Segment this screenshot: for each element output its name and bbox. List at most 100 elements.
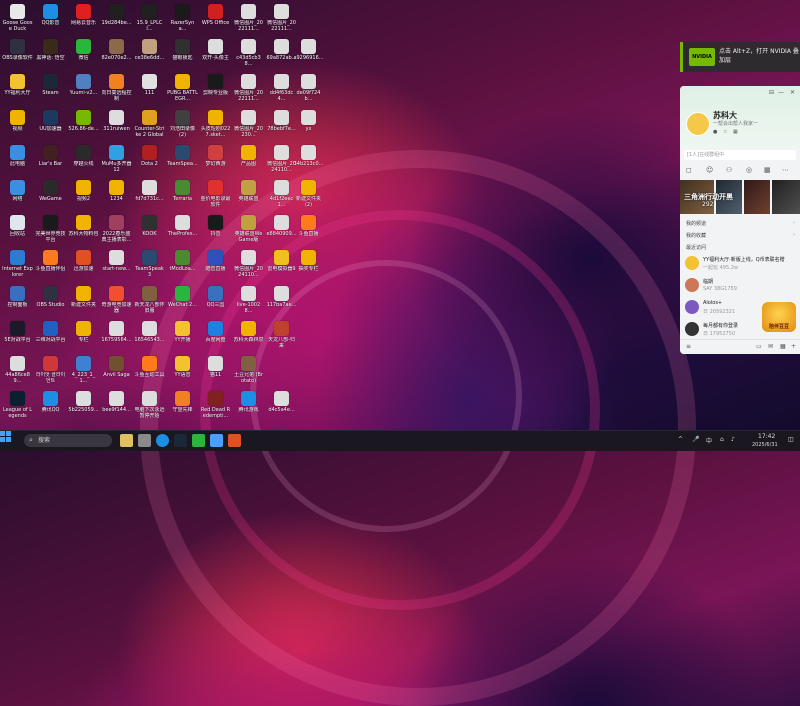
chevron-up-icon[interactable]: ^: [678, 436, 683, 443]
desktop-icon[interactable]: 라이엇 클라이언트: [35, 354, 66, 392]
qzone-icon[interactable]: ☆: [723, 129, 727, 135]
desktop-icon[interactable]: 视频: [2, 108, 33, 146]
desktop-icon[interactable]: tModLoa...: [167, 248, 198, 286]
desktop-icon[interactable]: 斗鱼直播: [293, 213, 324, 251]
desktop-icon[interactable]: QQ三国: [200, 284, 231, 322]
desktop-icon[interactable]: TeamSpeak 3: [134, 248, 165, 286]
desktop-icon[interactable]: 5b225059...: [68, 389, 99, 427]
desktop-icon[interactable]: 头皮短剧0227.sket...: [200, 108, 231, 146]
desktop-icon[interactable]: 新天龙八部怀旧服: [134, 284, 165, 322]
desktop-icon[interactable]: YY开播: [167, 319, 198, 357]
list-item[interactable]: YY福利大厅·新版上线，Q币表联名赠 一起玩 495.2w: [680, 254, 800, 274]
desktop-icon[interactable]: 猫眼锁匙: [167, 37, 198, 75]
minimize-icon[interactable]: —: [778, 89, 784, 96]
desktop-icon[interactable]: YY福利大厅: [2, 72, 33, 110]
tab-contacts-icon[interactable]: ☺: [706, 166, 713, 174]
desktop-icon[interactable]: QQ影音: [35, 2, 66, 40]
file-icon[interactable]: ▭: [756, 343, 762, 350]
desktop-icon[interactable]: Red Dead Redempti...: [200, 389, 231, 427]
desktop-icon[interactable]: 526.86-de...: [68, 108, 99, 146]
desktop-icon[interactable]: [293, 2, 324, 40]
desktop-icon[interactable]: 双开-头像主: [200, 37, 231, 75]
desktop-icon[interactable]: 守望先锋: [167, 389, 198, 427]
desktop-icon[interactable]: 15.9_LPLCl...: [134, 2, 165, 40]
desktop-icon[interactable]: 专栏: [68, 319, 99, 357]
network-icon[interactable]: ⌂: [720, 436, 724, 443]
desktop-icon[interactable]: 16546543...: [134, 319, 165, 357]
desktop-icon[interactable]: 微信图片_2024110...: [233, 248, 264, 286]
desktop-icon[interactable]: 腾讯游戏: [233, 389, 264, 427]
desktop-icon[interactable]: 5E对战平台: [2, 319, 33, 357]
desktop-icon[interactable]: 黑神话: 悟空: [35, 37, 66, 75]
desktop-icon[interactable]: live-10028...: [233, 284, 264, 322]
wechat-icon[interactable]: [192, 434, 205, 447]
desktop-icon[interactable]: 奇游电竞加速器: [101, 284, 132, 322]
desktop-icon[interactable]: [266, 354, 297, 392]
game-banner[interactable]: 三角洲行动开黑 292: [680, 180, 800, 214]
apps-icon[interactable]: ▦: [780, 343, 786, 350]
desktop-icon[interactable]: WPS Office: [200, 2, 231, 40]
nvidia-overlay-toast[interactable]: NVIDIA 点击 Alt+Z，打开 NVIDIA 叠加层: [680, 42, 800, 72]
chevron-right-icon[interactable]: ›: [793, 220, 795, 226]
tab-groups-icon[interactable]: ⚇: [726, 166, 732, 174]
volume-icon[interactable]: ♪: [731, 436, 735, 443]
desktop-icon[interactable]: 微信图片_2022111...: [233, 2, 264, 40]
desktop-icon[interactable]: 111: [134, 72, 165, 110]
desktop-icon[interactable]: WeChat 2...: [167, 284, 198, 322]
avatar[interactable]: [686, 112, 710, 136]
desktop-icon[interactable]: TheProfes...: [167, 213, 198, 251]
desktop-icon[interactable]: 抽奖专栏: [293, 248, 324, 286]
desktop-icon[interactable]: 腾讯QQ: [35, 389, 66, 427]
desktop-icon[interactable]: 斗鱼互动工具: [134, 354, 165, 392]
desktop-icon[interactable]: de09f724b...: [293, 72, 324, 110]
status-icon[interactable]: ●: [713, 129, 717, 135]
desktop-icon[interactable]: 82e070e2...: [101, 37, 132, 75]
profile-signature[interactable]: 一帮会出帮人我家一: [713, 120, 758, 127]
desktop-icon[interactable]: 44a86ce89...: [2, 354, 33, 392]
desktop-icon[interactable]: a9296916...: [293, 37, 324, 75]
desktop-icon[interactable]: 土豆兄弟 (Brotato): [233, 354, 264, 392]
desktop-icon[interactable]: Yuumi-v2...: [68, 72, 99, 110]
desktop-icon[interactable]: 完美世界竞技平台: [35, 213, 66, 251]
desktop-icon[interactable]: 此电脑: [2, 143, 33, 181]
pin-icon[interactable]: ⊟: [769, 89, 774, 96]
desktop-icon[interactable]: 斗鱼直播伴侣: [35, 248, 66, 286]
desktop-icon[interactable]: Anvil Saga: [101, 354, 132, 392]
windows-start-icon[interactable]: [0, 431, 11, 442]
desktop-icon[interactable]: 2022春乐盛典主播表彰...: [101, 213, 132, 251]
desktop-icon[interactable]: 向日葵远程控制: [101, 72, 132, 110]
desktop-icon[interactable]: 16759564...: [101, 319, 132, 357]
desktop-icon[interactable]: 苏科大物料包: [68, 213, 99, 251]
menu-icon[interactable]: ≡: [686, 343, 691, 350]
desktop-icon[interactable]: 英雄联盟WeGame版: [233, 213, 264, 251]
close-icon[interactable]: ✕: [790, 89, 795, 96]
desktop-icon[interactable]: 百度网盘: [200, 319, 231, 357]
desktop-icon[interactable]: 311ruiwen: [101, 108, 132, 146]
desktop-icon[interactable]: 微信: [68, 37, 99, 75]
desktop-icon[interactable]: Counter-Strike 2 Global Off...: [134, 108, 165, 146]
desktop-icon[interactable]: 酷音直播: [200, 248, 231, 286]
steam-icon[interactable]: [174, 434, 187, 447]
clock-time[interactable]: 17:42: [758, 433, 775, 440]
desktop-icon[interactable]: 新建文件夹: [68, 284, 99, 322]
tab-channels-icon[interactable]: ◎: [746, 166, 752, 174]
desktop-icon[interactable]: 微信图片_20230...: [233, 108, 264, 146]
desktop-icon[interactable]: 天龙八部-归来: [266, 319, 297, 357]
desktop-icon[interactable]: 1234: [101, 178, 132, 216]
desktop-icon[interactable]: 电脑下次永远暂停开始: [134, 389, 165, 427]
desktop-icon[interactable]: KOOK: [134, 213, 165, 251]
desktop-pet-widget[interactable]: 陪伴豆豆: [762, 302, 796, 332]
app-icon[interactable]: [210, 434, 223, 447]
section-my-channels[interactable]: 我的频道: [686, 220, 706, 227]
desktop-icon[interactable]: 34b213c0...: [293, 143, 324, 181]
add-icon[interactable]: +: [791, 343, 796, 350]
taskbar-search[interactable]: ⌕ 搜索: [24, 434, 112, 447]
desktop-icon[interactable]: Terraria: [167, 178, 198, 216]
desktop-icon[interactable]: ce38e6dd...: [134, 37, 165, 75]
desktop-icon[interactable]: OBS Studio: [35, 284, 66, 322]
task-view-icon[interactable]: [138, 434, 151, 447]
desktop-icon[interactable]: 梦幻西游: [200, 143, 231, 181]
desktop-icon[interactable]: 4_223_1_1...: [68, 354, 99, 392]
desktop-icon[interactable]: 英雄联盟: [233, 178, 264, 216]
desktop-icon[interactable]: 剪映专业版: [200, 72, 231, 110]
